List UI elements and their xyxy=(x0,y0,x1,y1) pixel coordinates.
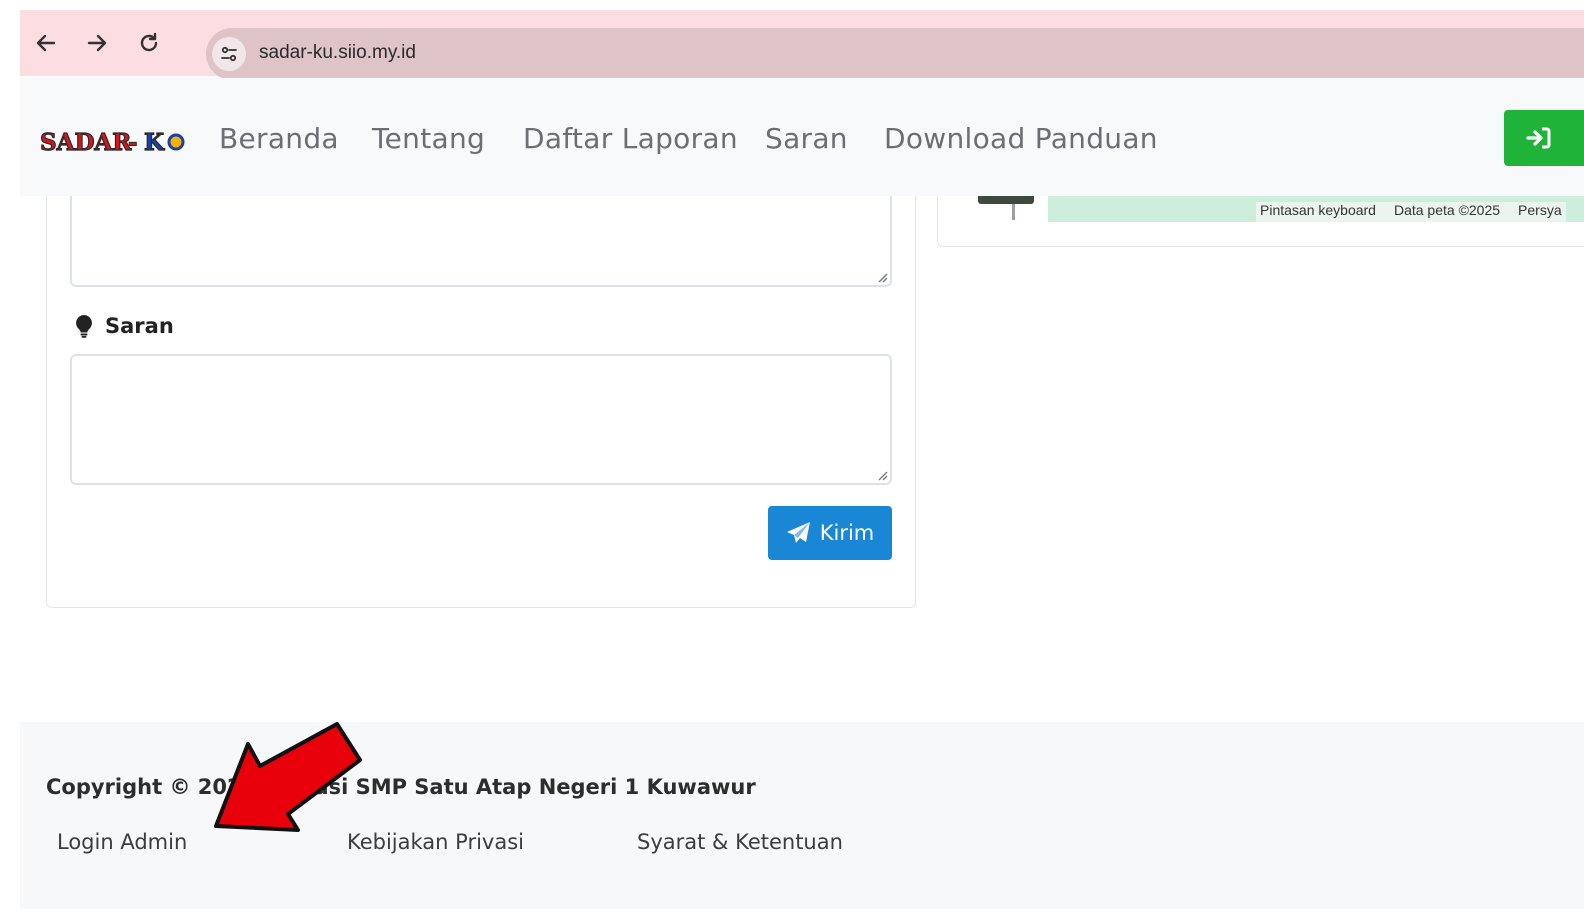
sign-in-icon xyxy=(1526,127,1551,149)
saran-textarea[interactable] xyxy=(70,354,892,485)
map-data-credit: Data peta ©2025 xyxy=(1393,202,1501,218)
map-terms-link[interactable]: Persya xyxy=(1518,202,1562,222)
browser-toolbar: sadar-ku.siio.my.id xyxy=(20,10,1584,80)
paper-plane-icon xyxy=(786,522,810,543)
resize-grip-icon[interactable] xyxy=(876,271,888,283)
saran-label-text: Saran xyxy=(105,314,174,338)
nav-tentang[interactable]: Tentang xyxy=(372,122,485,155)
copyright-text: Copyright © 2024 Inovasi SMP Satu Atap N… xyxy=(46,775,756,799)
nav-download-panduan[interactable]: Download Panduan xyxy=(884,122,1158,155)
map-card: Pintasan keyboard Data peta ©2025 Persya xyxy=(937,196,1584,247)
footer-syarat-ketentuan[interactable]: Syarat & Ketentuan xyxy=(637,830,843,854)
svg-text:SADAR: SADAR xyxy=(40,129,132,156)
map-street-view-thumbnail[interactable] xyxy=(978,196,1034,204)
map-attribution: Pintasan keyboard Data peta ©2025 Persya xyxy=(1256,202,1566,222)
site-navbar: SADAR - K Beranda Tentang Daftar Laporan… xyxy=(20,78,1584,196)
svg-text:K: K xyxy=(144,129,165,156)
login-button[interactable] xyxy=(1504,110,1584,166)
site-settings-icon[interactable] xyxy=(212,37,246,71)
annotation-arrow-icon xyxy=(214,722,362,832)
footer-login-admin[interactable]: Login Admin xyxy=(57,830,187,854)
back-icon[interactable] xyxy=(30,27,62,59)
forward-icon[interactable] xyxy=(81,27,113,59)
reload-icon[interactable] xyxy=(133,27,165,59)
nav-beranda[interactable]: Beranda xyxy=(219,122,339,155)
resize-grip-icon[interactable] xyxy=(876,469,888,481)
url-text[interactable]: sadar-ku.siio.my.id xyxy=(259,42,416,64)
lightbulb-icon xyxy=(76,315,92,338)
svg-text:-: - xyxy=(128,129,138,156)
address-bar[interactable]: sadar-ku.siio.my.id xyxy=(206,28,1584,80)
previous-textarea[interactable] xyxy=(70,196,892,287)
map-keyboard-shortcuts[interactable]: Pintasan keyboard xyxy=(1260,202,1376,222)
kirim-button[interactable]: Kirim xyxy=(768,506,892,560)
nav-saran[interactable]: Saran xyxy=(765,122,848,155)
report-form-card: Saran Kirim xyxy=(46,196,916,608)
map-road-line xyxy=(1012,204,1015,220)
kirim-label: Kirim xyxy=(819,521,875,545)
footer-kebijakan-privasi[interactable]: Kebijakan Privasi xyxy=(347,830,524,854)
saran-label: Saran xyxy=(75,314,174,338)
site-logo[interactable]: SADAR - K xyxy=(40,124,186,158)
nav-daftar-laporan[interactable]: Daftar Laporan xyxy=(523,122,738,155)
map-view[interactable]: Pintasan keyboard Data peta ©2025 Persya xyxy=(960,196,1584,222)
